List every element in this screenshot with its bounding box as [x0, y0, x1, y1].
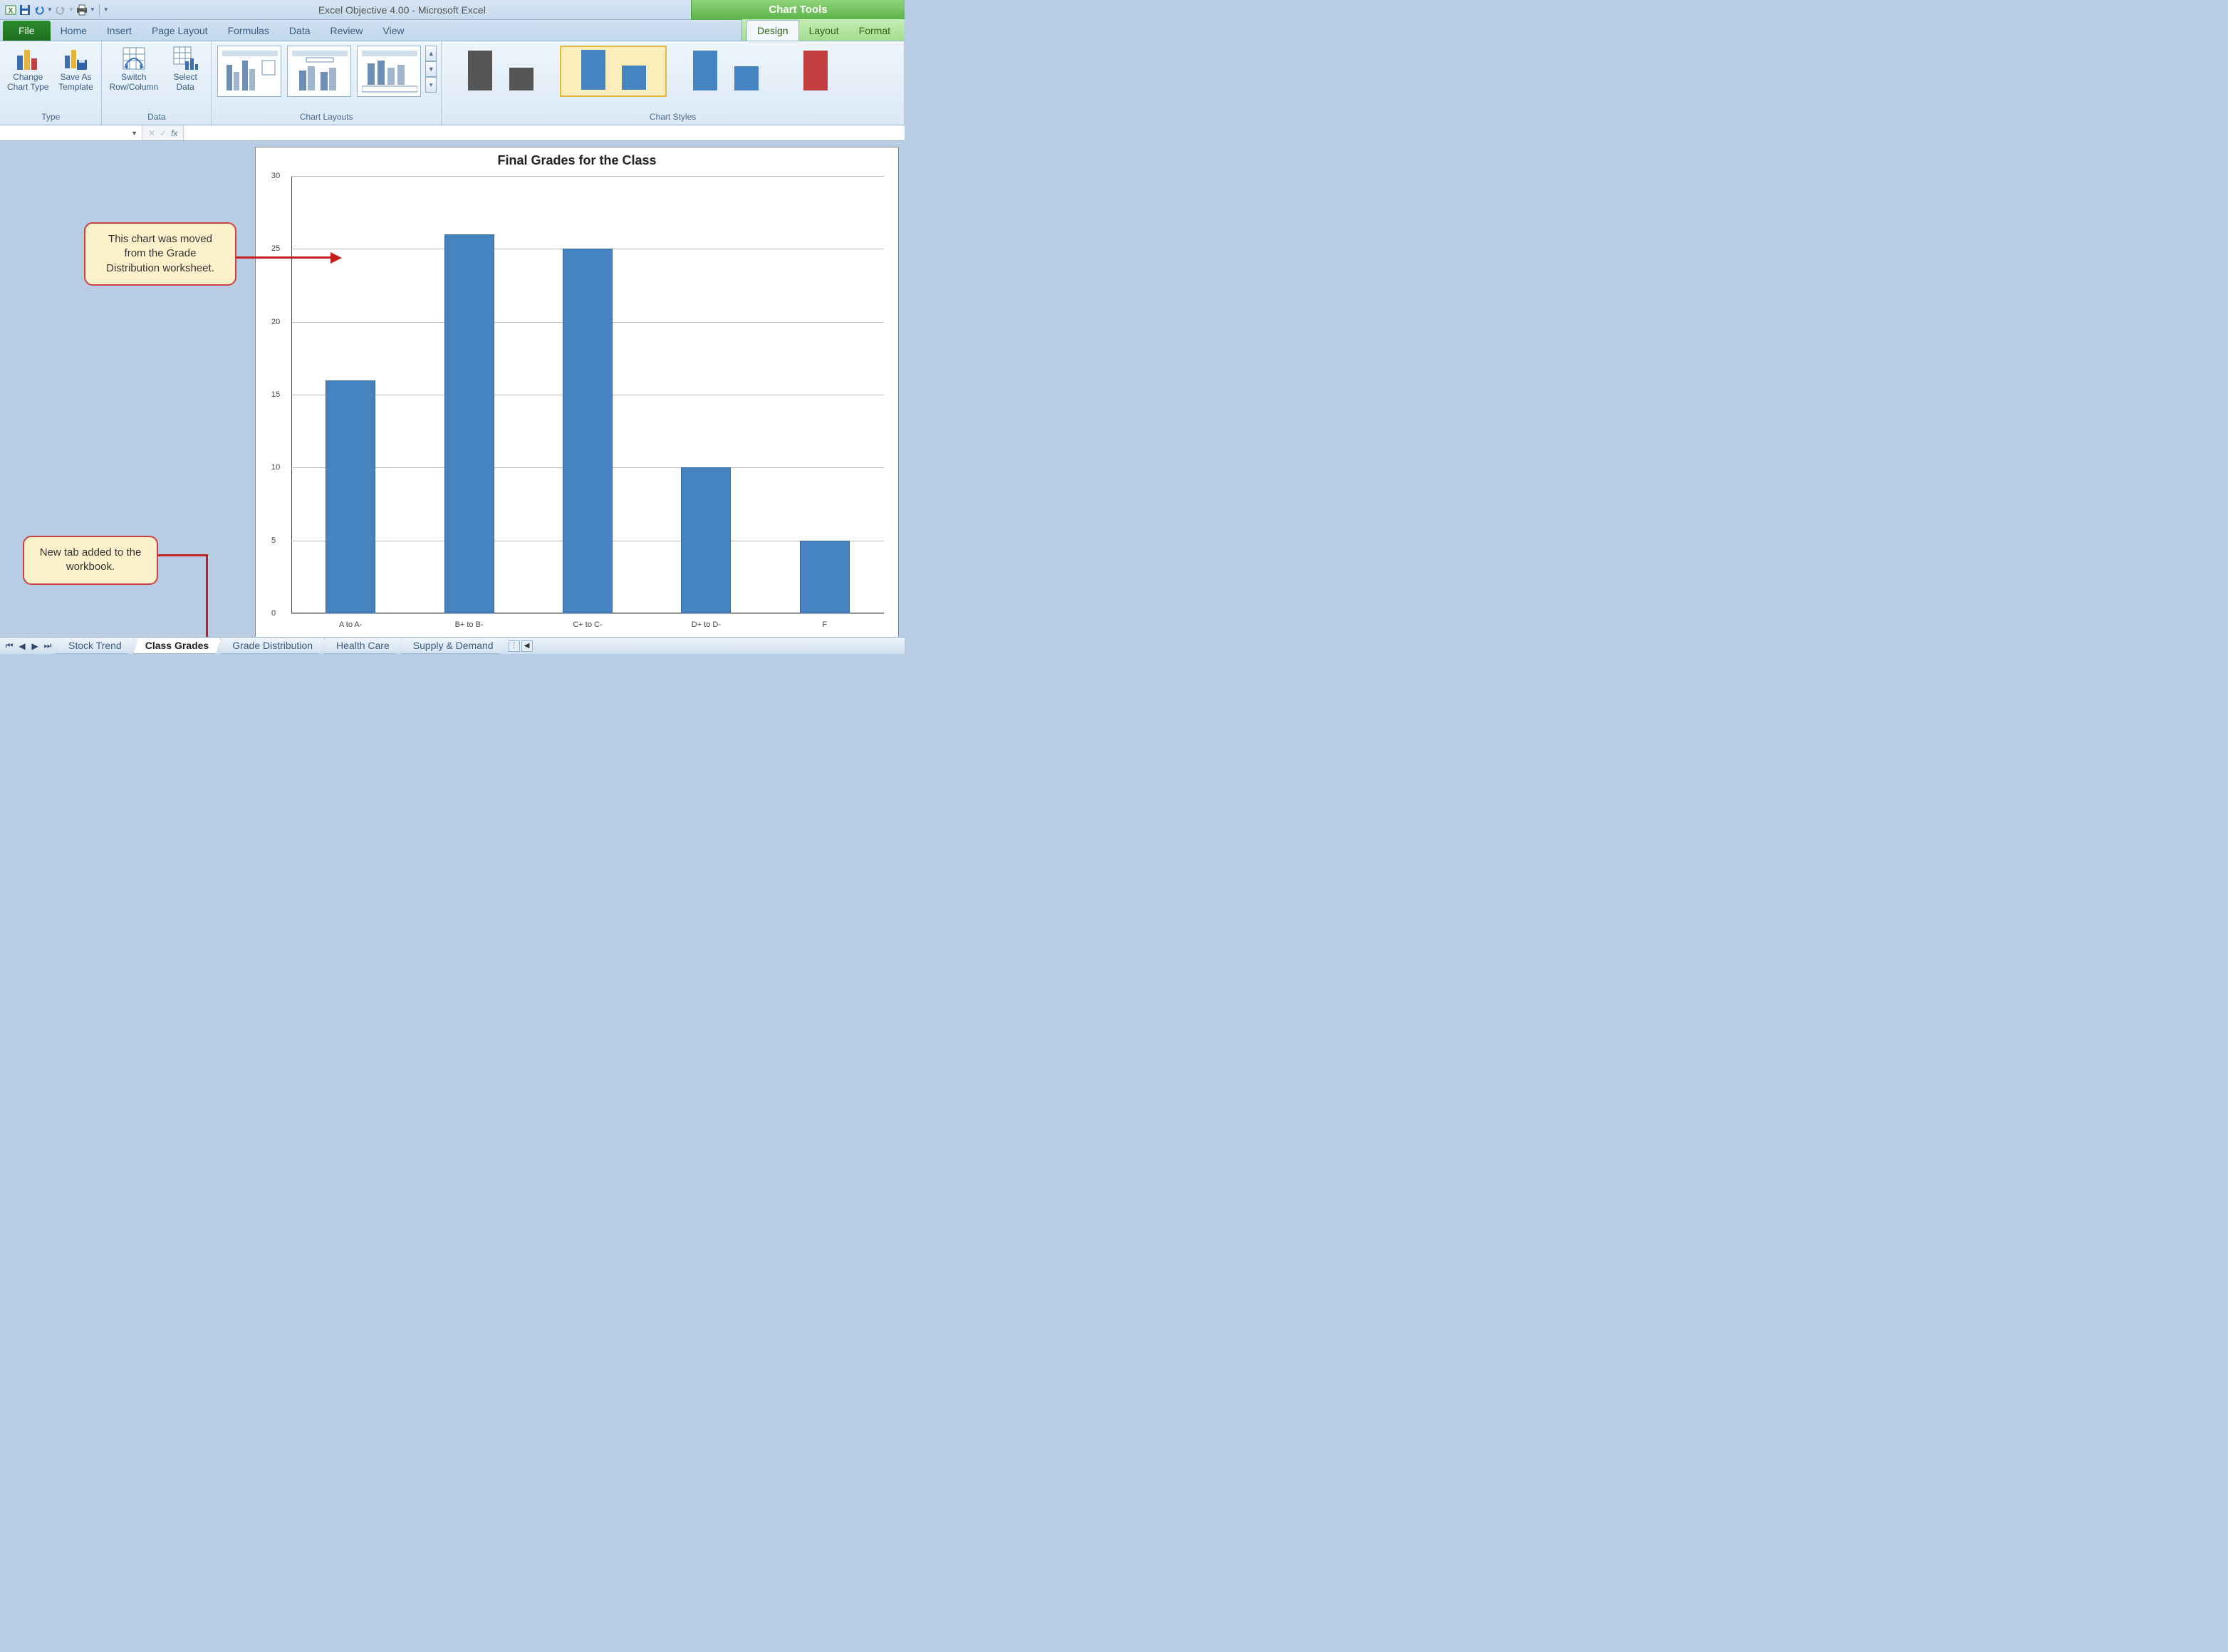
tab-formulas[interactable]: Formulas [218, 21, 279, 41]
bar-chart-icon [15, 46, 41, 71]
window-title: Excel Objective 4.00 - Microsoft Excel [113, 4, 691, 16]
tab-file[interactable]: File [3, 21, 51, 41]
name-box-dropdown-icon[interactable]: ▼ [131, 130, 137, 137]
undo-icon[interactable] [33, 4, 46, 16]
annotation-arrow-2b [206, 554, 208, 637]
save-icon[interactable] [19, 4, 31, 16]
sheet-tab[interactable]: Grade Distribution [220, 638, 325, 654]
worksheet-area: Final Grades for the Class 051015202530A… [0, 141, 905, 654]
select-data-button[interactable]: Select Data [164, 44, 207, 94]
chart-bar[interactable] [326, 380, 375, 613]
sheet-tab[interactable]: Health Care [324, 638, 402, 654]
annotation-arrow-1 [236, 256, 330, 259]
template-save-icon [63, 46, 88, 71]
sheet-tab[interactable]: Class Grades [133, 638, 222, 654]
chart-tools-context-title: Chart Tools [691, 0, 905, 20]
tab-design[interactable]: Design [746, 20, 799, 41]
chart-layout-3[interactable] [357, 46, 421, 97]
tab-scroll-left[interactable]: ◀ [521, 640, 533, 652]
sheet-nav-prev[interactable]: ◀ [16, 640, 28, 653]
x-tick-label: F [822, 620, 827, 629]
tab-data[interactable]: Data [279, 21, 321, 41]
chart-style-4[interactable] [785, 46, 835, 97]
y-tick-label: 5 [271, 536, 276, 545]
tab-review[interactable]: Review [321, 21, 373, 41]
x-tick-label: D+ to D- [692, 620, 721, 629]
name-box[interactable]: ▼ [0, 125, 142, 140]
svg-text:X: X [9, 7, 14, 15]
chart-bar[interactable] [800, 541, 850, 613]
group-label-data: Data [106, 110, 207, 123]
chart-title[interactable]: Final Grades for the Class [256, 147, 898, 170]
y-tick-label: 25 [271, 244, 280, 253]
ribbon: Change Chart Type Save As Template Type … [0, 41, 905, 125]
sheet-nav-last[interactable]: ⏭ [41, 640, 54, 653]
chart-bar[interactable] [681, 467, 731, 613]
tab-page-layout[interactable]: Page Layout [142, 21, 218, 41]
tab-scroll-splitter[interactable]: ⋮ [509, 640, 520, 652]
ribbon-group-chart-layouts: ▲ ▼ ▾ Chart Layouts [212, 41, 442, 125]
cancel-icon[interactable]: ✕ [148, 128, 155, 138]
y-tick-label: 0 [271, 609, 276, 618]
layout-scroll-down[interactable]: ▼ [425, 61, 437, 77]
title-bar: X ▼ ▼ ▼ ▼ Excel Objective 4.00 - Microso… [0, 0, 905, 20]
ribbon-tabs: File Home Insert Page Layout Formulas Da… [0, 20, 905, 41]
redo-icon[interactable] [54, 4, 67, 16]
y-tick-label: 20 [271, 318, 280, 326]
chart-plot-area[interactable]: 051015202530A to A-B+ to B-C+ to C-D+ to… [291, 176, 884, 613]
annotation-callout-newtab: New tab added to the workbook. [23, 536, 158, 585]
arrow-head-icon [330, 252, 342, 264]
select-data-icon [172, 46, 198, 71]
group-label-type: Type [4, 110, 97, 123]
switch-row-column-button[interactable]: Switch Row/Column [106, 44, 161, 94]
tab-layout[interactable]: Layout [799, 21, 849, 41]
x-tick-label: C+ to C- [573, 620, 602, 629]
x-tick-label: B+ to B- [455, 620, 484, 629]
chart-style-2[interactable] [560, 46, 667, 97]
print-icon[interactable] [76, 4, 88, 16]
y-tick-label: 30 [271, 172, 280, 180]
chart-object[interactable]: Final Grades for the Class 051015202530A… [255, 147, 899, 640]
group-label-chart-styles: Chart Styles [446, 110, 900, 123]
switch-row-col-icon [121, 46, 147, 71]
ribbon-group-data: Switch Row/Column Select Data Data [102, 41, 212, 125]
tab-view[interactable]: View [373, 21, 414, 41]
sheet-nav-next[interactable]: ▶ [28, 640, 41, 653]
tab-home[interactable]: Home [51, 21, 97, 41]
quick-access-toolbar: X ▼ ▼ ▼ ▼ [0, 4, 113, 16]
ribbon-group-type: Change Chart Type Save As Template Type [0, 41, 102, 125]
excel-icon[interactable]: X [4, 4, 17, 16]
y-tick-label: 10 [271, 463, 280, 472]
y-tick-label: 15 [271, 390, 280, 399]
chart-bar[interactable] [444, 234, 494, 613]
x-tick-label: A to A- [339, 620, 362, 629]
layout-gallery-more[interactable]: ▾ [425, 77, 437, 93]
annotation-arrow-2a [158, 554, 208, 556]
layout-scroll-up[interactable]: ▲ [425, 46, 437, 61]
tab-insert[interactable]: Insert [97, 21, 142, 41]
group-label-chart-layouts: Chart Layouts [216, 110, 437, 123]
chart-layouts-scroll: ▲ ▼ ▾ [425, 44, 437, 94]
annotation-callout-moved: This chart was moved from the Grade Dist… [84, 222, 236, 286]
confirm-icon[interactable]: ✓ [160, 128, 167, 138]
fx-icon[interactable]: fx [171, 128, 177, 138]
formula-input[interactable] [183, 125, 905, 140]
chart-style-3[interactable] [672, 46, 779, 97]
chart-style-1[interactable] [447, 46, 554, 97]
chart-layout-1[interactable] [217, 46, 281, 97]
sheet-nav-buttons: ⏮ ◀ ▶ ⏭ [0, 640, 57, 653]
sheet-tab-bar: ⏮ ◀ ▶ ⏭ Stock TrendClass GradesGrade Dis… [0, 637, 905, 654]
sheet-nav-first[interactable]: ⏮ [3, 640, 16, 653]
sheet-tab[interactable]: Stock Trend [56, 638, 134, 654]
tab-format[interactable]: Format [849, 21, 900, 41]
chart-tools-tabs: Design Layout Format [741, 19, 905, 41]
chart-bar[interactable] [563, 249, 613, 613]
ribbon-group-chart-styles: Chart Styles [442, 41, 905, 125]
change-chart-type-button[interactable]: Change Chart Type [4, 44, 51, 94]
sheet-tab[interactable]: Supply & Demand [401, 638, 506, 654]
save-as-template-button[interactable]: Save As Template [54, 44, 97, 94]
chart-layout-2[interactable] [287, 46, 351, 97]
formula-bar: ▼ ✕ ✓ fx [0, 125, 905, 141]
